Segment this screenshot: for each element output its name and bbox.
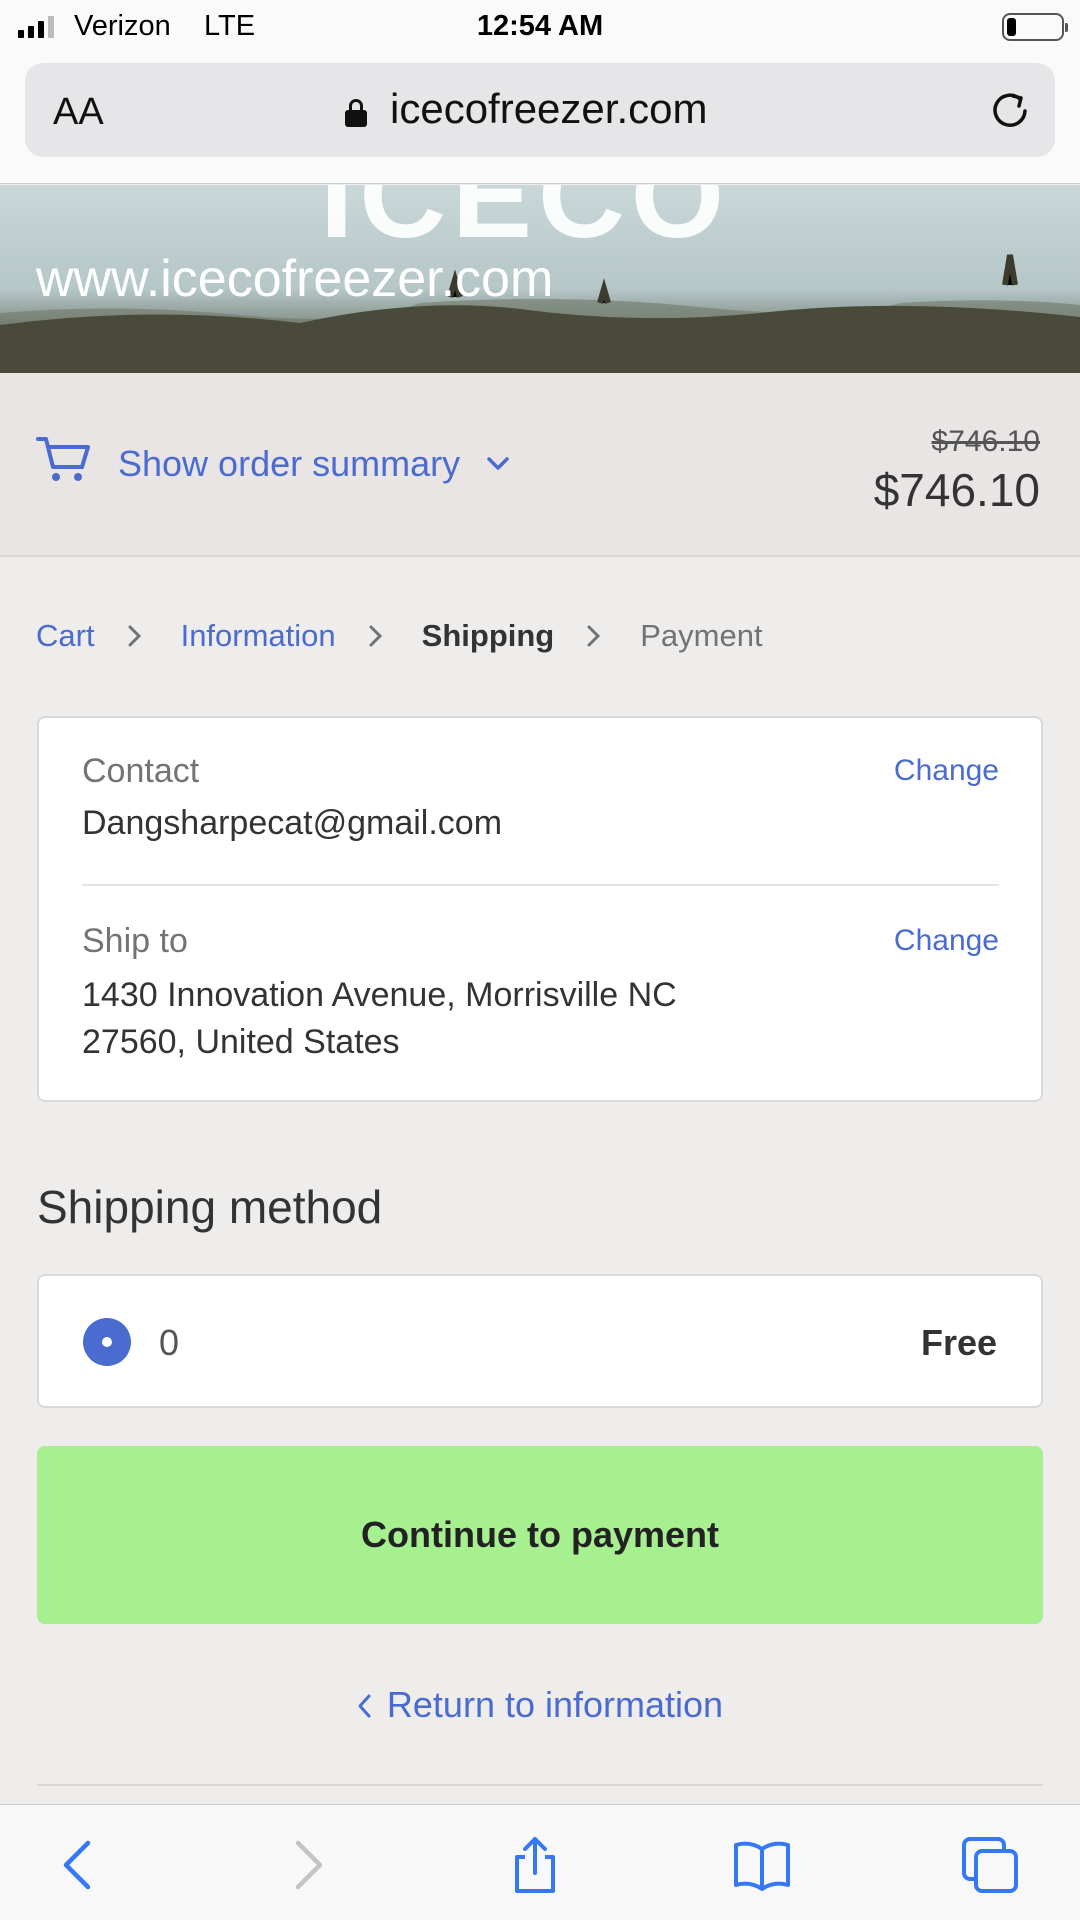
breadcrumb-shipping: Shipping [421, 618, 555, 653]
ship-to-address-line2: 27560, United States [82, 1023, 400, 1061]
footer-divider [37, 1784, 1043, 1786]
browser-address-area: AA icecofreezer.com [0, 54, 1080, 184]
checkout-breadcrumb: Cart Information Shipping Payment [36, 618, 763, 654]
contact-value: Dangsharpecat@gmail.com [82, 804, 503, 842]
contact-label: Contact [82, 752, 200, 790]
shipping-option-price: Free [920, 1322, 997, 1363]
chevron-down-icon [487, 457, 509, 470]
status-bar: Verizon LTE 12:54 AM [0, 0, 1080, 54]
ship-to-address-line1: 1430 Innovation Avenue, Morrisville NC [82, 976, 677, 1014]
battery-icon [1002, 13, 1068, 41]
chevron-left-icon [358, 1694, 371, 1718]
change-contact-link[interactable]: Change [894, 754, 999, 788]
continue-to-payment-button[interactable]: Continue to payment [37, 1446, 1043, 1624]
shipping-method-heading: Shipping method [37, 1181, 383, 1233]
store-banner: ICECO www.icecofreezer.com [0, 185, 1080, 373]
tabs-icon[interactable] [960, 1835, 1020, 1895]
change-ship-to-link[interactable]: Change [894, 924, 999, 958]
chevron-right-icon [587, 625, 601, 647]
forward-icon[interactable] [276, 1835, 336, 1895]
url-text[interactable]: icecofreezer.com [390, 85, 707, 133]
total-price: $746.10 [873, 464, 1040, 516]
shipping-option-name: 0 [159, 1322, 180, 1363]
breadcrumb-cart[interactable]: Cart [36, 618, 95, 654]
return-to-information-label: Return to information [386, 1684, 724, 1725]
ship-to-label: Ship to [82, 922, 188, 960]
cart-icon [36, 437, 90, 481]
text-size-button[interactable]: AA [53, 91, 104, 134]
review-divider [82, 884, 999, 886]
return-to-information-link[interactable]: Return to information [0, 1684, 1080, 1726]
shipping-option[interactable]: 0 Free [37, 1274, 1043, 1408]
breadcrumb-payment: Payment [640, 618, 763, 653]
back-icon[interactable] [50, 1835, 110, 1895]
address-bar[interactable]: AA icecofreezer.com [25, 63, 1055, 157]
store-url-overlay: www.icecofreezer.com [36, 250, 554, 308]
breadcrumb-information[interactable]: Information [181, 618, 336, 654]
order-summary-bar[interactable]: Show order summary $746.10 $746.10 [0, 373, 1080, 557]
share-icon[interactable] [505, 1835, 565, 1895]
status-time: 12:54 AM [476, 10, 604, 42]
reload-icon[interactable] [987, 87, 1033, 133]
bookmarks-icon[interactable] [732, 1835, 792, 1895]
shipping-option-radio[interactable] [83, 1318, 131, 1366]
original-price: $746.10 [931, 425, 1040, 458]
chevron-right-icon [128, 625, 141, 647]
review-card: Contact Change Dangsharpecat@gmail.com S… [37, 716, 1043, 1102]
chevron-right-icon [369, 625, 382, 647]
lock-icon [345, 99, 367, 127]
show-order-summary-link[interactable]: Show order summary [118, 443, 460, 485]
browser-toolbar [0, 1804, 1080, 1920]
